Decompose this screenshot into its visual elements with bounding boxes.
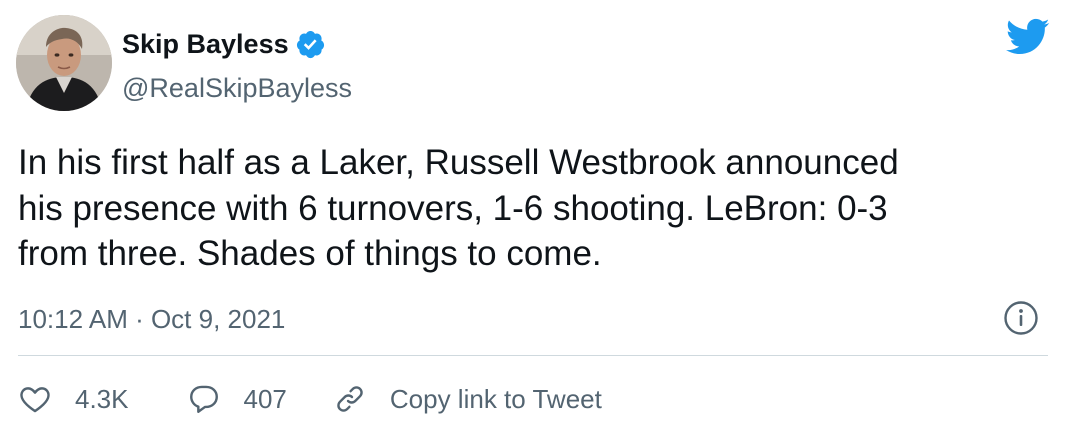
- twitter-bird-icon[interactable]: [1005, 18, 1050, 56]
- tweet-timestamp[interactable]: 10:12 AM · Oct 9, 2021: [18, 302, 285, 336]
- link-icon: [333, 382, 367, 416]
- reply-button[interactable]: 407: [187, 382, 287, 416]
- tweet-actions: 4.3K 407 Copy link to Tweet: [18, 376, 602, 422]
- display-name[interactable]: Skip Bayless: [122, 26, 326, 62]
- tweet-text: In his first half as a Laker, Russell We…: [18, 140, 1058, 277]
- divider: [18, 355, 1048, 356]
- user-handle[interactable]: @RealSkipBayless: [122, 70, 352, 106]
- copy-link-button[interactable]: Copy link to Tweet: [333, 382, 602, 416]
- heart-icon: [18, 382, 52, 416]
- tweet-text-line: his presence with 6 turnovers, 1-6 shoot…: [18, 188, 888, 228]
- tweet-card: Skip Bayless @RealSkipBayless In his fir…: [0, 0, 1074, 426]
- profile-photo-icon: [16, 15, 112, 111]
- like-button[interactable]: 4.3K: [18, 382, 129, 416]
- info-icon[interactable]: [1002, 299, 1040, 337]
- tweet-text-line: from three. Shades of things to come.: [18, 234, 602, 273]
- speech-bubble-icon: [187, 382, 221, 416]
- verified-badge-icon: [295, 29, 326, 60]
- copy-link-label: Copy link to Tweet: [389, 384, 602, 414]
- reply-count: 407: [243, 384, 287, 414]
- avatar[interactable]: [16, 15, 112, 111]
- like-count: 4.3K: [75, 384, 129, 414]
- tweet-text-line: In his first half as a Laker, Russell We…: [18, 143, 899, 182]
- display-name-text: Skip Bayless: [122, 29, 289, 59]
